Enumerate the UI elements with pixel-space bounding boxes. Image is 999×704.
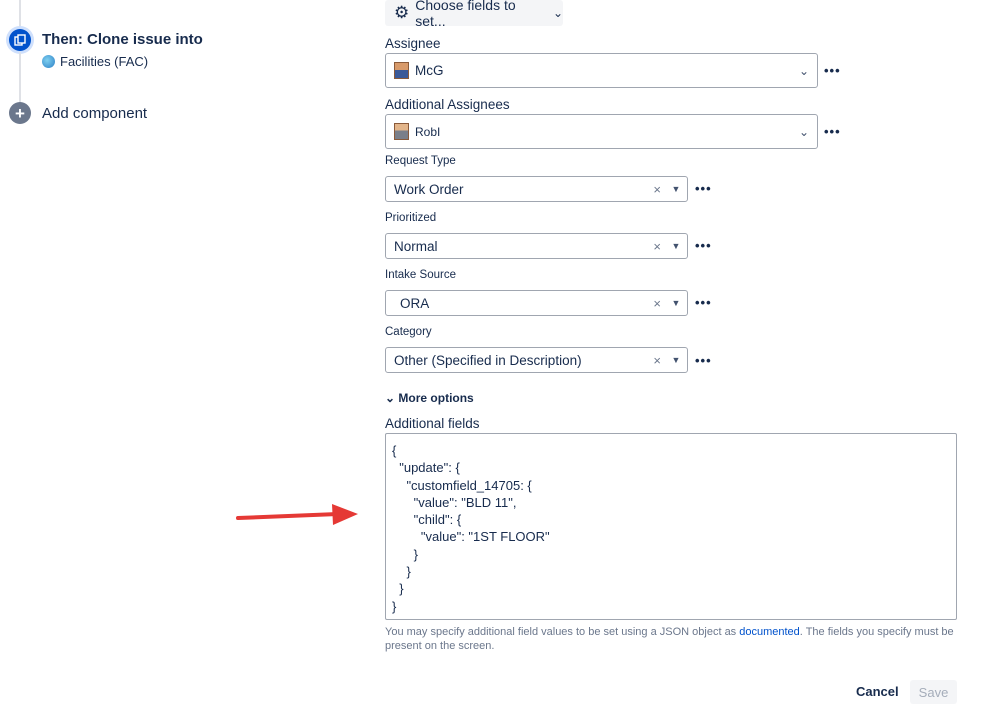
assignee-more-button[interactable]: ••• [824,63,841,78]
chevron-down-icon: ⌄ [385,391,396,405]
intake-source-label: Intake Source [385,269,456,281]
category-select[interactable]: Other (Specified in Description) × ▼ [385,347,688,373]
json-line: "value": "BLD 11", [392,494,517,510]
json-line: } [392,598,397,614]
request-type-more-button[interactable]: ••• [695,181,712,196]
assignee-select[interactable]: McG ⌄ [385,53,818,88]
clear-icon[interactable]: × [653,239,661,254]
prioritized-value: Normal [394,238,438,254]
json-line: } [392,581,404,597]
json-line: } [392,546,419,562]
additional-fields-textarea[interactable]: { "update": { "customfield_14705: { "val… [385,433,957,620]
chevron-down-icon: ⌄ [798,124,810,139]
save-button[interactable]: Save [910,680,957,704]
category-label: Category [385,326,432,338]
category-value: Other (Specified in Description) [394,352,582,368]
project-label: Facilities (FAC) [42,54,148,69]
help-text: You may specify additional field values … [385,625,960,653]
more-options-label: More options [398,391,474,405]
clear-icon[interactable]: × [653,353,661,368]
intake-source-select[interactable]: ORA × ▼ [385,290,688,316]
timeline-rail-lower [19,52,21,102]
additional-assignees-value: RobI [415,124,441,139]
choose-fields-button[interactable]: ⚙ Choose fields to set... ⌄ [385,0,563,29]
json-line: } [392,564,411,580]
json-line: "value": "1ST FLOOR" [392,529,550,545]
json-line: "update": { [392,460,460,476]
additional-assignees-label: Additional Assignees [385,97,510,112]
additional-assignees-more-button[interactable]: ••• [824,124,841,139]
intake-source-more-button[interactable]: ••• [695,295,712,310]
json-line: "customfield_14705: { [392,477,532,493]
chevron-down-icon: ⌄ [552,6,563,20]
plus-icon: + [9,102,31,124]
json-line: "child": { [392,512,462,528]
caret-down-icon: ▼ [671,355,681,365]
assignee-value: McG [415,63,444,78]
step-title[interactable]: Then: Clone issue into [42,31,203,48]
help-text-before: You may specify additional field values … [385,626,740,638]
additional-assignees-select[interactable]: RobI ⌄ [385,114,818,149]
add-component-label: Add component [42,104,148,122]
request-type-label: Request Type [385,155,456,167]
project-name: Facilities (FAC) [60,54,149,69]
clear-icon[interactable]: × [653,182,661,197]
more-options-toggle[interactable]: ⌄ More options [385,391,474,405]
json-line: { [392,443,397,458]
caret-down-icon: ▼ [671,184,681,194]
prioritized-more-button[interactable]: ••• [695,238,712,253]
request-type-value: Work Order [394,181,464,197]
additional-fields-label: Additional fields [385,416,480,431]
avatar [394,62,409,79]
prioritized-label: Prioritized [385,212,437,224]
clear-icon[interactable]: × [653,296,661,311]
gear-icon: ⚙ [394,3,410,22]
prioritized-select[interactable]: Normal × ▼ [385,233,688,259]
chevron-down-icon: ⌄ [798,63,810,78]
caret-down-icon: ▼ [671,298,681,308]
add-component-button[interactable]: + Add component [9,102,147,124]
annotation-arrow-icon [236,504,358,525]
request-type-select[interactable]: Work Order × ▼ [385,176,688,202]
assignee-label: Assignee [385,36,441,51]
clone-step-icon [9,29,31,51]
cancel-button[interactable]: Cancel [856,684,899,699]
documented-link[interactable]: documented [739,626,800,638]
project-icon [42,55,55,68]
caret-down-icon: ▼ [671,241,681,251]
intake-source-value: ORA [400,295,430,311]
category-more-button[interactable]: ••• [695,353,712,368]
choose-fields-label: Choose fields to set... [415,0,516,29]
avatar [394,123,409,140]
